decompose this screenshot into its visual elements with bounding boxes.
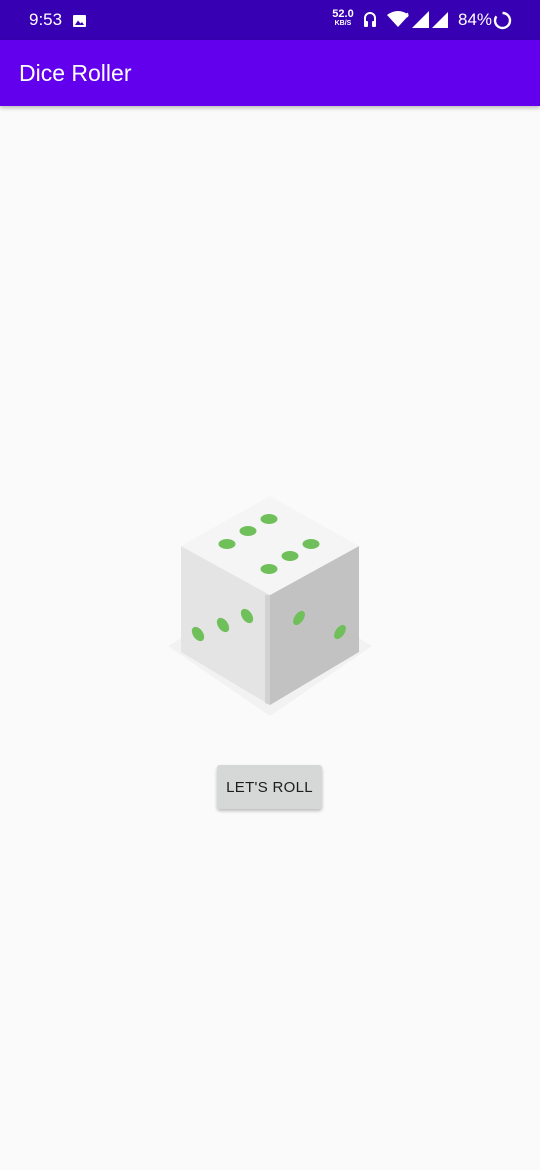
headset-icon bbox=[363, 11, 377, 33]
status-bar: 9:53 52.0 KB/S 84% bbox=[0, 0, 540, 40]
gallery-icon bbox=[73, 14, 86, 32]
app-title: Dice Roller bbox=[19, 60, 132, 86]
network-speed-value: 52.0 bbox=[332, 8, 354, 20]
battery-percent: 84% bbox=[458, 10, 493, 29]
signal-icon-secondary bbox=[432, 12, 449, 33]
network-speed-unit: KB/S bbox=[334, 20, 352, 27]
roll-button[interactable]: LET'S ROLL bbox=[217, 765, 322, 809]
app-bar: Dice Roller bbox=[0, 40, 540, 106]
battery-icon bbox=[493, 11, 512, 35]
signal-icon bbox=[412, 11, 430, 33]
dice-image bbox=[165, 493, 375, 730]
wifi-icon bbox=[387, 10, 409, 33]
status-time: 9:53 bbox=[29, 10, 63, 29]
network-speed: 52.0 KB/S bbox=[330, 9, 356, 29]
